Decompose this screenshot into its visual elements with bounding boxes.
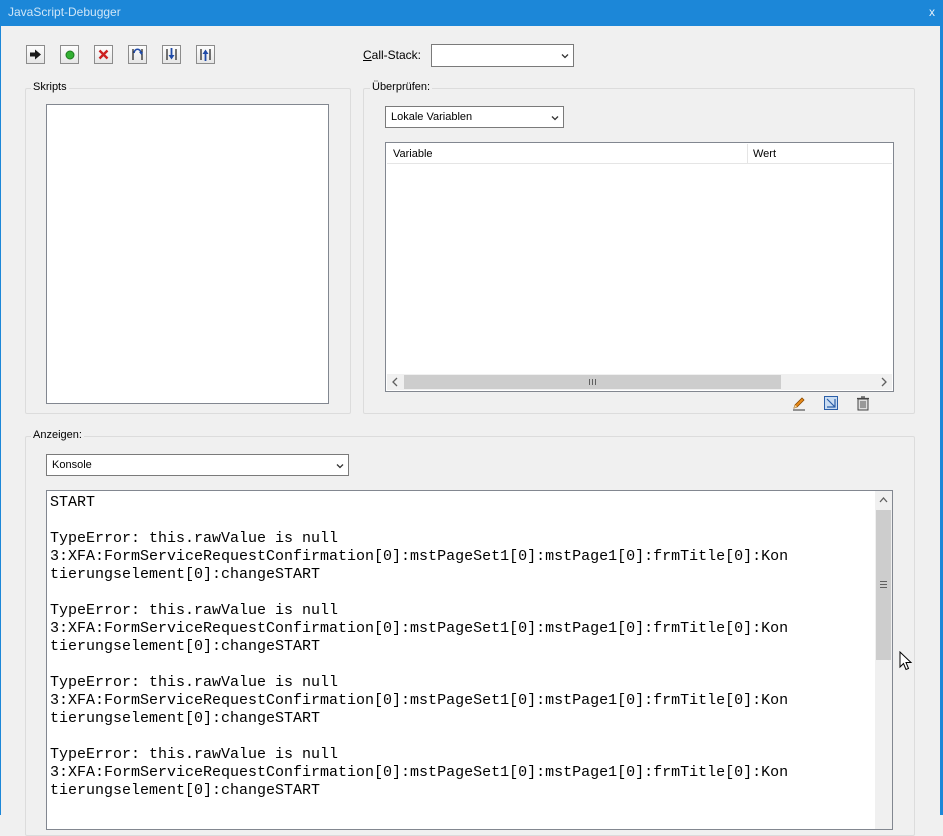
step-out-button[interactable] — [196, 45, 215, 64]
step-into-icon — [164, 47, 179, 62]
stop-button[interactable] — [60, 45, 79, 64]
window-border — [0, 26, 1, 815]
scripts-label: Skripts — [31, 81, 69, 93]
callstack-label: Call-Stack: — [363, 48, 421, 62]
scrollbar-thumb[interactable] — [404, 375, 781, 389]
scripts-list[interactable] — [46, 104, 329, 404]
console-output[interactable]: START TypeError: this.rawValue is null 3… — [46, 490, 893, 830]
new-watch-icon — [824, 396, 838, 410]
step-over-button[interactable] — [128, 45, 147, 64]
close-button[interactable]: x — [929, 0, 935, 24]
grip-line — [595, 379, 596, 385]
new-watch-button[interactable] — [823, 395, 839, 411]
display-label: Anzeigen: — [31, 429, 84, 441]
window-title: JavaScript-Debugger — [8, 5, 121, 19]
chevron-down-icon — [561, 54, 569, 59]
edit-icon — [793, 397, 805, 411]
view-select-value: Konsole — [52, 459, 92, 471]
resume-icon — [29, 49, 42, 60]
cancel-icon — [98, 49, 109, 60]
scope-select-value: Lokale Variablen — [391, 111, 473, 123]
delete-icon — [857, 396, 869, 411]
edit-button[interactable] — [791, 395, 807, 411]
horizontal-scrollbar[interactable] — [387, 374, 892, 390]
table-header: Variable Wert — [387, 144, 892, 164]
console-text[interactable]: START TypeError: this.rawValue is null 3… — [50, 494, 876, 800]
grip-line — [880, 587, 887, 588]
stop-green-icon — [65, 50, 75, 60]
chevron-left-icon[interactable] — [391, 377, 399, 387]
scrollbar-thumb[interactable] — [876, 510, 891, 660]
callstack-select[interactable] — [431, 44, 574, 67]
column-divider[interactable] — [747, 144, 748, 163]
chevron-down-icon — [336, 464, 344, 469]
resume-button[interactable] — [26, 45, 45, 64]
delete-button[interactable] — [855, 395, 871, 411]
chevron-up-icon[interactable] — [879, 496, 888, 504]
step-out-icon — [198, 47, 213, 62]
grip-line — [880, 584, 887, 585]
column-header-value[interactable]: Wert — [753, 148, 776, 160]
grip-line — [880, 581, 887, 582]
variables-table[interactable]: Variable Wert — [385, 142, 894, 392]
view-select[interactable]: Konsole — [46, 454, 349, 476]
step-into-button[interactable] — [162, 45, 181, 64]
chevron-down-icon — [551, 116, 559, 121]
vertical-scrollbar[interactable] — [875, 491, 892, 829]
inspect-label: Überprüfen: — [370, 81, 433, 93]
mouse-cursor-icon — [899, 651, 913, 671]
title-bar: JavaScript-Debugger x — [0, 0, 943, 26]
callstack-label-accelerator: C — [363, 48, 372, 62]
cancel-button[interactable] — [94, 45, 113, 64]
callstack-label-text: all-Stack: — [371, 48, 422, 62]
column-header-variable[interactable]: Variable — [393, 148, 433, 160]
grip-line — [589, 379, 590, 385]
step-over-icon — [130, 47, 145, 62]
scope-select[interactable]: Lokale Variablen — [385, 106, 564, 128]
chevron-right-icon[interactable] — [880, 377, 888, 387]
grip-line — [592, 379, 593, 385]
